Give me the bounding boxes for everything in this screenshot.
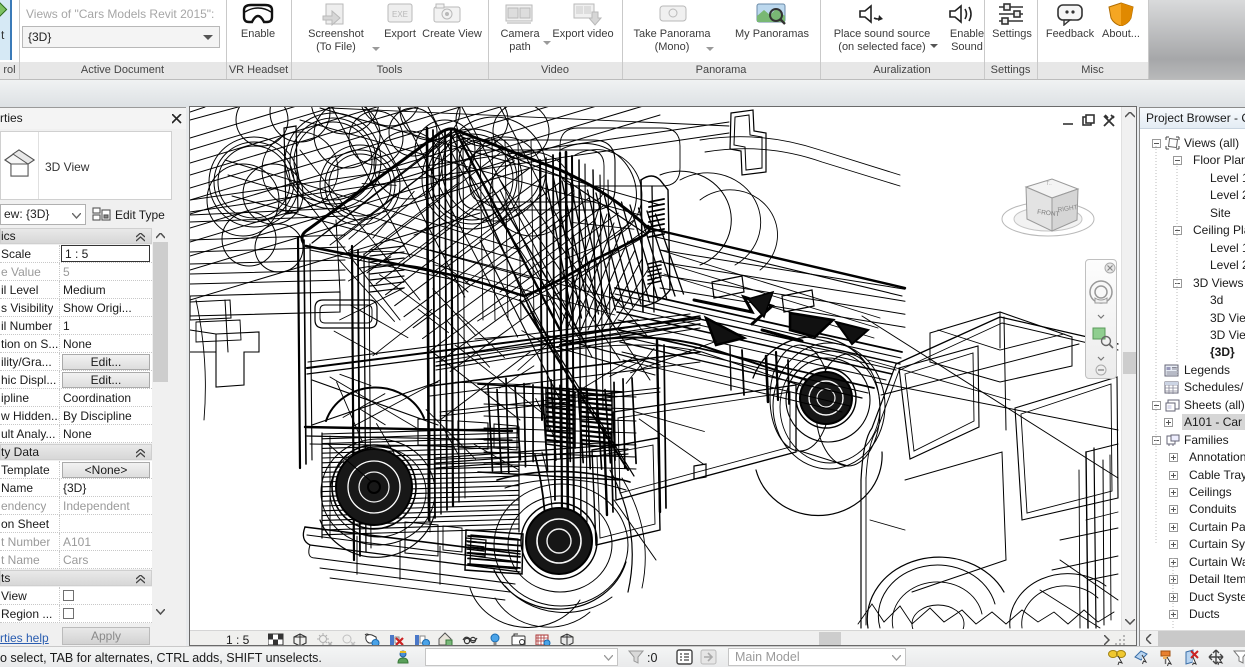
svg-text:EXE: EXE — [392, 10, 408, 19]
svg-text:T..: T.. — [1046, 181, 1052, 187]
